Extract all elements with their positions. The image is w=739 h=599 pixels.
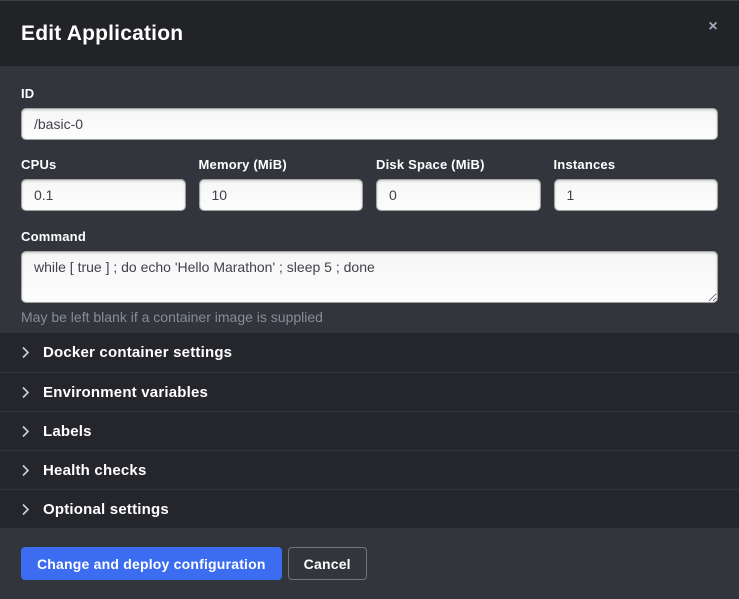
section-label: Optional settings [43, 501, 169, 518]
command-textarea[interactable]: while [ true ] ; do echo 'Hello Marathon… [21, 251, 718, 303]
section-optional-settings[interactable]: Optional settings [0, 489, 739, 528]
cpus-input[interactable] [21, 179, 186, 211]
modal-title: Edit Application [21, 22, 183, 46]
command-label: Command [21, 229, 718, 244]
cpus-label: CPUs [21, 157, 186, 172]
cancel-button[interactable]: Cancel [288, 547, 367, 580]
disk-space-label: Disk Space (MiB) [376, 157, 541, 172]
chevron-right-icon [21, 386, 30, 399]
application-form: ID CPUs Memory (MiB) Disk Space (MiB) In… [0, 66, 739, 333]
section-environment-variables[interactable]: Environment variables [0, 372, 739, 411]
memory-label: Memory (MiB) [199, 157, 364, 172]
disk-space-input[interactable] [376, 179, 541, 211]
section-labels[interactable]: Labels [0, 411, 739, 450]
chevron-right-icon [21, 503, 30, 516]
instances-input[interactable] [554, 179, 719, 211]
section-label: Health checks [43, 462, 146, 479]
section-health-checks[interactable]: Health checks [0, 450, 739, 489]
cpus-field-group: CPUs [21, 157, 186, 211]
section-docker-container-settings[interactable]: Docker container settings [0, 333, 739, 372]
section-label: Environment variables [43, 384, 208, 401]
command-field-group: Command while [ true ] ; do echo 'Hello … [21, 229, 718, 325]
modal-footer: Change and deploy configuration Cancel [0, 528, 739, 599]
collapsible-sections: Docker container settings Environment va… [0, 333, 739, 528]
id-field-group: ID [21, 86, 718, 140]
instances-field-group: Instances [554, 157, 719, 211]
chevron-right-icon [21, 425, 30, 438]
id-input[interactable] [21, 108, 718, 140]
instances-label: Instances [554, 157, 719, 172]
section-label: Labels [43, 423, 92, 440]
chevron-right-icon [21, 346, 30, 359]
resources-row: CPUs Memory (MiB) Disk Space (MiB) Insta… [21, 157, 718, 211]
memory-input[interactable] [199, 179, 364, 211]
disk-space-field-group: Disk Space (MiB) [376, 157, 541, 211]
modal-header: Edit Application × [0, 0, 739, 66]
change-and-deploy-button[interactable]: Change and deploy configuration [21, 547, 282, 580]
section-label: Docker container settings [43, 344, 232, 361]
command-help-text: May be left blank if a container image i… [21, 309, 718, 325]
id-label: ID [21, 86, 718, 101]
edit-application-modal: Edit Application × ID CPUs Memory (MiB) … [0, 0, 739, 599]
memory-field-group: Memory (MiB) [199, 157, 364, 211]
close-icon[interactable]: × [701, 15, 725, 39]
chevron-right-icon [21, 464, 30, 477]
